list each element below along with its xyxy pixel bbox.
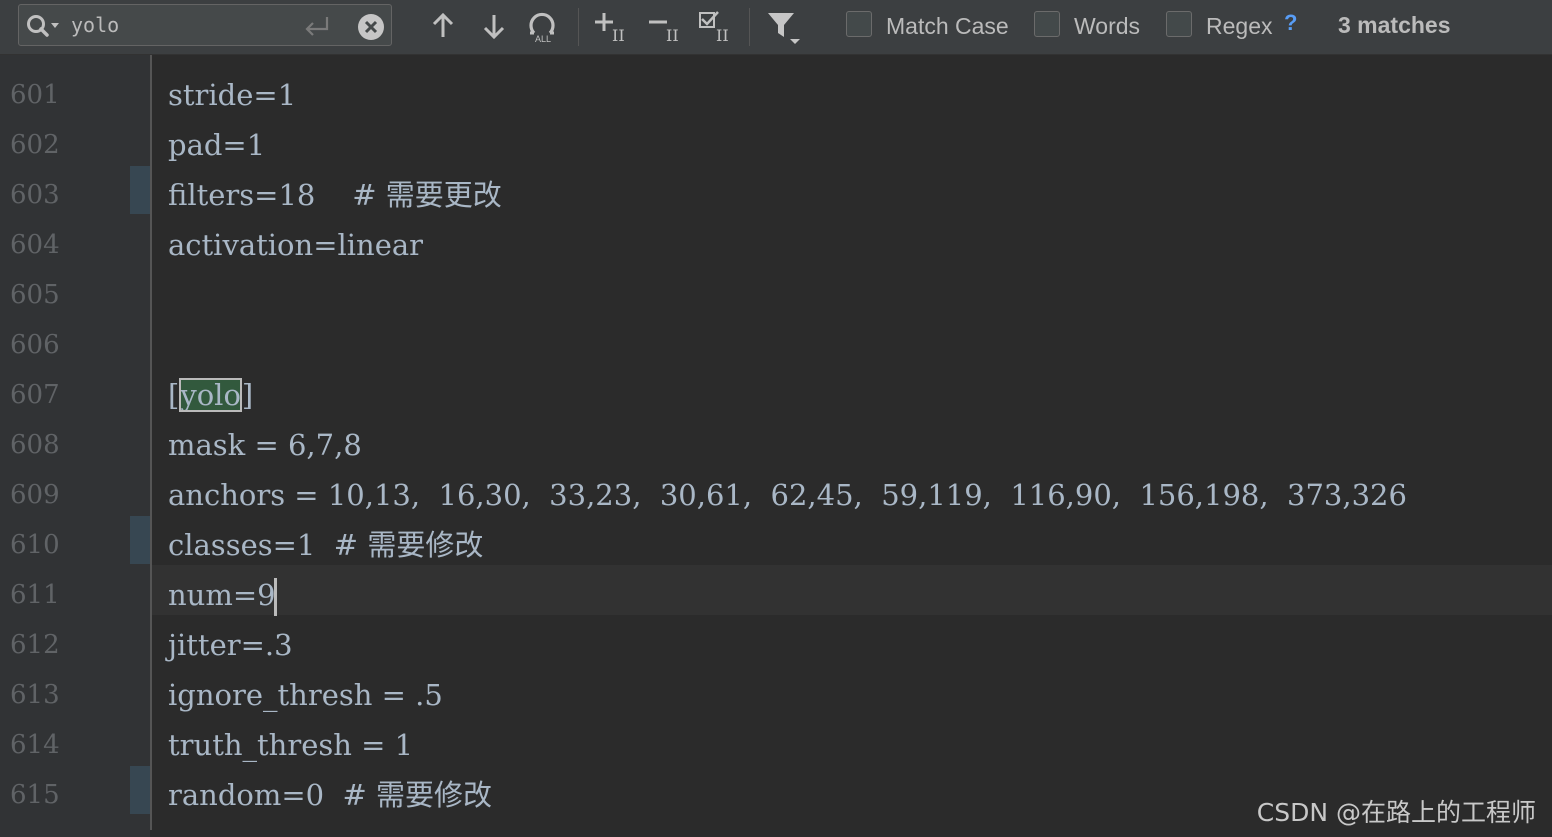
line-number: 614	[10, 730, 60, 760]
words-label[interactable]: Words	[1074, 12, 1140, 40]
clear-icon[interactable]	[357, 13, 385, 41]
select-all-occurrences-icon[interactable]: ALL	[528, 9, 562, 44]
code-line[interactable]: ignore_thresh = .5	[168, 670, 443, 720]
code-line[interactable]: num=9	[168, 570, 277, 620]
regex-checkbox[interactable]	[1166, 11, 1192, 37]
regex-label[interactable]: Regex	[1206, 12, 1272, 40]
code-line[interactable]: truth_thresh = 1	[168, 720, 413, 770]
add-occurrence-icon[interactable]: II	[594, 9, 628, 45]
line-number: 606	[10, 330, 60, 360]
find-toolbar: ALL II II II Match Case Words Regex	[0, 0, 1552, 55]
svg-text:II: II	[666, 26, 679, 43]
match-count: 3 matches	[1338, 12, 1451, 38]
search-history-icon[interactable]	[25, 13, 65, 39]
svg-text:II: II	[716, 26, 729, 43]
line-number: 613	[10, 680, 60, 710]
code-line[interactable]: pad=1	[168, 120, 265, 170]
code-line[interactable]: stride=1	[168, 70, 296, 120]
words-checkbox[interactable]	[1034, 11, 1060, 37]
code-line[interactable]: [yolo]	[168, 370, 253, 420]
change-marker[interactable]	[130, 766, 150, 814]
code-line[interactable]: random=0 # 需要修改	[168, 770, 492, 820]
code-text: num=9	[168, 578, 276, 612]
change-marker[interactable]	[130, 516, 150, 564]
line-number: 608	[10, 430, 60, 460]
line-number: 609	[10, 480, 60, 510]
code-text: [	[168, 378, 180, 412]
change-marker[interactable]	[130, 166, 150, 214]
code-text: ]	[241, 378, 254, 412]
enter-icon[interactable]	[303, 15, 331, 37]
search-box[interactable]	[18, 4, 392, 46]
gutter-divider	[150, 55, 152, 830]
regex-help-link[interactable]: ?	[1284, 10, 1297, 36]
next-occurrence-icon[interactable]	[477, 9, 511, 43]
svg-text:II: II	[612, 26, 625, 43]
current-line-highlight	[152, 565, 1552, 615]
line-number: 610	[10, 530, 60, 560]
select-occurrence-icon[interactable]: II	[698, 9, 732, 45]
watermark: CSDN @在路上的工程师	[1256, 798, 1536, 827]
code-line[interactable]: mask = 6,7,8	[168, 420, 362, 470]
filter-icon[interactable]	[766, 9, 800, 44]
svg-text:ALL: ALL	[535, 34, 551, 43]
search-input[interactable]	[71, 11, 291, 39]
text-caret	[273, 578, 277, 616]
match-case-checkbox[interactable]	[846, 11, 872, 37]
match-case-label[interactable]: Match Case	[886, 12, 1009, 40]
line-number: 601	[10, 80, 60, 110]
code-line[interactable]: activation=linear	[168, 220, 423, 270]
code-line[interactable]: anchors = 10,13, 16,30, 33,23, 30,61, 62…	[168, 470, 1407, 520]
code-line[interactable]: jitter=.3	[168, 620, 293, 670]
line-number: 615	[10, 780, 60, 810]
line-number: 605	[10, 280, 60, 310]
toolbar-separator	[749, 8, 750, 46]
line-number: 607	[10, 380, 60, 410]
toolbar-separator	[578, 8, 579, 46]
search-match-highlight: yolo	[179, 378, 242, 412]
line-number: 602	[10, 130, 60, 160]
previous-occurrence-icon[interactable]	[426, 9, 460, 43]
line-number: 603	[10, 180, 60, 210]
line-number: 611	[10, 580, 60, 610]
code-editor[interactable]: 601 602 603 604 605 606 607 608 609 610 …	[0, 55, 1552, 837]
line-number: 612	[10, 630, 60, 660]
code-line[interactable]: classes=1 # 需要修改	[168, 520, 483, 570]
remove-occurrence-icon[interactable]: II	[648, 9, 682, 45]
line-number: 604	[10, 230, 60, 260]
code-line[interactable]: filters=18 # 需要更改	[168, 170, 502, 220]
